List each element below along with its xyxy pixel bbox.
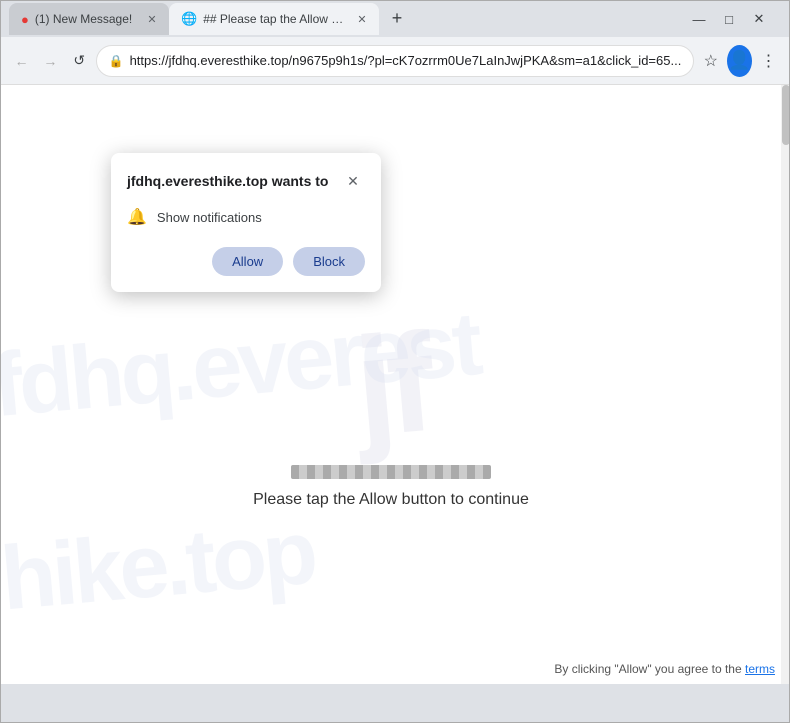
forward-button[interactable]: → bbox=[38, 45, 63, 77]
dialog-header: jfdhq.everesthike.top wants to ✕ bbox=[127, 169, 365, 193]
allow-button[interactable]: Allow bbox=[212, 247, 283, 276]
title-bar: ● (1) New Message! ✕ 🌐 ## Please tap the… bbox=[1, 1, 789, 37]
address-bar[interactable]: 🔒 https://jfdhq.everesthike.top/n9675p9h… bbox=[96, 45, 695, 77]
reload-button[interactable]: ↺ bbox=[67, 45, 92, 77]
back-button[interactable]: ← bbox=[9, 45, 34, 77]
tab-1-favicon: ● bbox=[21, 12, 29, 27]
tab-1[interactable]: ● (1) New Message! ✕ bbox=[9, 3, 169, 35]
profile-button[interactable]: 👤 bbox=[727, 45, 752, 77]
new-tab-button[interactable]: + bbox=[383, 4, 411, 32]
dialog-permission-row: 🔔 Show notifications bbox=[127, 207, 365, 227]
maximize-button[interactable]: □ bbox=[715, 5, 743, 33]
permission-text: Show notifications bbox=[157, 210, 262, 225]
loading-bar bbox=[291, 465, 491, 479]
tab-1-title: (1) New Message! bbox=[35, 12, 137, 26]
tab-2[interactable]: 🌐 ## Please tap the Allow button ✕ bbox=[169, 3, 379, 35]
instruction-text: Please tap the Allow button to continue bbox=[253, 491, 529, 509]
menu-button[interactable]: ⋮ bbox=[756, 45, 781, 77]
bookmark-button[interactable]: ☆ bbox=[698, 45, 723, 77]
dialog-buttons: Allow Block bbox=[127, 247, 365, 276]
scrollbar[interactable] bbox=[781, 85, 790, 684]
url-text: https://jfdhq.everesthike.top/n9675p9h1s… bbox=[130, 53, 682, 68]
permission-dialog: jfdhq.everesthike.top wants to ✕ 🔔 Show … bbox=[111, 153, 381, 292]
page-content: Please tap the Allow button to continue bbox=[1, 385, 781, 634]
close-button[interactable]: ✕ bbox=[745, 5, 773, 33]
minimize-button[interactable]: — bbox=[685, 5, 713, 33]
tab-2-close[interactable]: ✕ bbox=[353, 10, 371, 28]
navigation-bar: ← → ↺ 🔒 https://jfdhq.everesthike.top/n9… bbox=[1, 37, 789, 85]
footer-text: By clicking "Allow" you agree to the bbox=[554, 662, 741, 676]
terms-link[interactable]: terms bbox=[745, 662, 775, 676]
window-controls: — □ ✕ bbox=[685, 5, 773, 33]
tab-1-close[interactable]: ✕ bbox=[143, 10, 161, 28]
browser-window: ● (1) New Message! ✕ 🌐 ## Please tap the… bbox=[0, 0, 790, 723]
bell-icon: 🔔 bbox=[127, 207, 147, 227]
tab-2-favicon: 🌐 bbox=[181, 11, 197, 27]
lock-icon: 🔒 bbox=[109, 54, 124, 68]
scrollbar-thumb[interactable] bbox=[782, 85, 790, 145]
dialog-title: jfdhq.everesthike.top wants to bbox=[127, 173, 328, 189]
dialog-close-button[interactable]: ✕ bbox=[341, 169, 365, 193]
block-button[interactable]: Block bbox=[293, 247, 365, 276]
tab-2-title: ## Please tap the Allow button bbox=[203, 12, 347, 26]
page-footer: By clicking "Allow" you agree to the ter… bbox=[554, 662, 775, 676]
page-area: jf jfdhq.everest hike.top Please tap the… bbox=[1, 85, 790, 684]
